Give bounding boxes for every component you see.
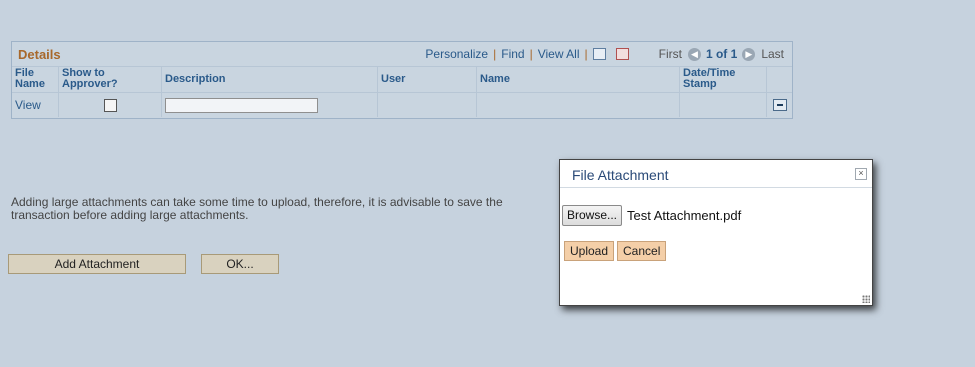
table-row: View — [12, 92, 792, 117]
details-table: File Name Show to Approver? Description … — [12, 66, 792, 117]
grid-title: Details — [18, 47, 61, 62]
name-cell — [476, 92, 680, 117]
separator: | — [529, 47, 533, 61]
separator: | — [584, 47, 588, 61]
dialog-title: File Attachment — [572, 167, 669, 183]
grid-navigation: Personalize | Find | View All | First ◀ … — [425, 47, 784, 61]
file-attachment-dialog: File Attachment × Browse... Test Attachm… — [559, 159, 873, 306]
ok-button[interactable]: OK... — [201, 254, 279, 274]
col-file-name: File Name — [12, 66, 59, 93]
col-datetime: Date/Time Stamp — [679, 66, 767, 93]
selected-file-name: Test Attachment.pdf — [627, 208, 742, 223]
col-description: Description — [161, 66, 378, 93]
find-link[interactable]: Find — [501, 47, 524, 61]
separator: | — [493, 47, 497, 61]
first-link[interactable]: First — [659, 47, 682, 61]
upload-note: Adding large attachments can take some t… — [11, 195, 503, 222]
col-user: User — [377, 66, 477, 93]
header-row: File Name Show to Approver? Description … — [12, 66, 792, 93]
view-all-link[interactable]: View All — [538, 47, 580, 61]
previous-icon[interactable]: ◀ — [687, 47, 701, 61]
resize-grip-icon[interactable] — [862, 295, 870, 303]
col-name: Name — [476, 66, 680, 93]
download-spreadsheet-icon[interactable] — [615, 48, 629, 60]
upload-button[interactable]: Upload — [564, 241, 615, 261]
add-attachment-button[interactable]: Add Attachment — [8, 254, 186, 274]
col-actions — [766, 66, 792, 93]
col-show-to-approver: Show to Approver? — [58, 66, 162, 93]
next-icon[interactable]: ▶ — [742, 47, 756, 61]
datetime-cell — [679, 92, 767, 117]
show-to-approver-checkbox[interactable] — [103, 98, 117, 112]
view-file-link[interactable]: View — [15, 98, 41, 112]
personalize-link[interactable]: Personalize — [425, 47, 488, 61]
details-grid: Details Personalize | Find | View All | … — [11, 41, 793, 119]
close-icon[interactable]: × — [855, 168, 867, 180]
page-info: 1 of 1 — [705, 47, 738, 61]
grid-header: Details Personalize | Find | View All | … — [12, 42, 792, 67]
delete-row-icon[interactable] — [772, 99, 787, 111]
browse-button[interactable]: Browse... — [562, 205, 623, 226]
user-cell — [377, 92, 477, 117]
dialog-titlebar[interactable]: File Attachment × — [560, 160, 872, 188]
cancel-button[interactable]: Cancel — [617, 241, 667, 261]
description-input[interactable] — [165, 97, 318, 113]
zoom-icon[interactable] — [592, 48, 606, 60]
last-link[interactable]: Last — [761, 47, 784, 61]
